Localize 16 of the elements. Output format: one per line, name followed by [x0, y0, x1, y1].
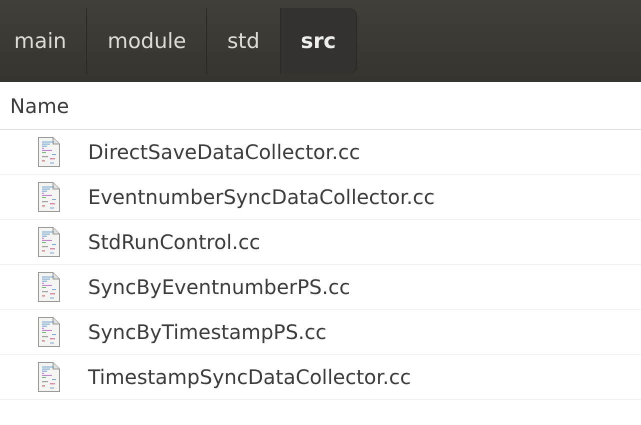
breadcrumb-button[interactable]: src	[280, 8, 358, 74]
file-name[interactable]: SyncByEventnumberPS.cc	[88, 275, 350, 299]
file-name[interactable]: SyncByTimestampPS.cc	[88, 320, 327, 344]
text-file-icon	[38, 137, 60, 167]
text-file-icon	[38, 182, 60, 212]
text-file-icon	[38, 227, 60, 257]
text-file-icon	[38, 362, 60, 392]
breadcrumb-button[interactable]: main	[0, 8, 88, 74]
file-name[interactable]: EventnumberSyncDataCollector.cc	[88, 185, 435, 209]
file-name[interactable]: TimestampSyncDataCollector.cc	[88, 365, 412, 389]
file-name[interactable]: StdRunControl.cc	[88, 230, 260, 254]
column-header[interactable]: Name	[10, 94, 70, 118]
text-file-icon	[38, 272, 60, 302]
text-file-icon	[38, 317, 60, 347]
file-name[interactable]: DirectSaveDataCollector.cc	[88, 140, 360, 164]
breadcrumb-button[interactable]: module	[87, 8, 208, 74]
